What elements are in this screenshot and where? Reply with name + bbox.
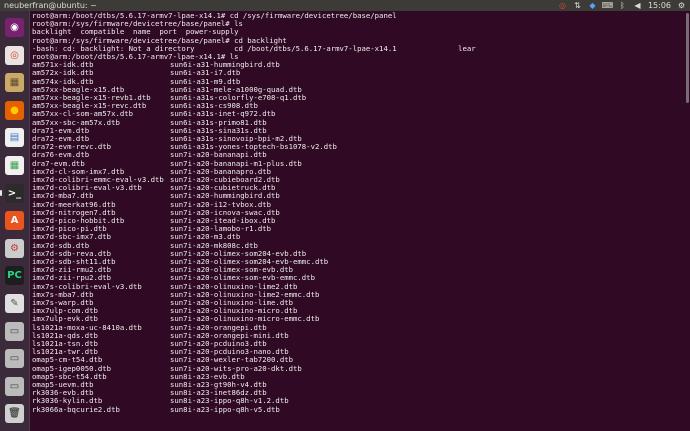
libreoffice-writer-icon-glyph: ▤ <box>5 128 24 148</box>
volume-icon[interactable]: ◀ <box>633 1 642 10</box>
keyboard-layout-icon[interactable]: ⌨ <box>602 1 614 10</box>
listing-file-left: rk3066a-bqcurie2.dtb <box>32 404 120 414</box>
bluetooth-icon[interactable]: ᛒ <box>618 1 627 10</box>
terminal-icon[interactable]: >_ <box>0 181 27 206</box>
chrome-icon-glyph: ◎ <box>5 45 24 65</box>
trash-icon-glyph: 🗑 <box>5 404 24 424</box>
system-tray: ◎ ⇅ ◆ ⌨ ᛒ ◀ 15:06 ⚙ <box>558 0 686 11</box>
window-title: neuberfran@ubuntu: ~ <box>4 1 97 10</box>
libreoffice-writer-icon[interactable]: ▤ <box>2 125 27 150</box>
dropbox-icon[interactable]: ◆ <box>588 1 597 10</box>
software-center-icon[interactable]: A <box>2 208 27 233</box>
terminal-icon-glyph: >_ <box>5 183 24 203</box>
firefox-icon[interactable]: ● <box>2 98 27 123</box>
network-icon[interactable]: ⇅ <box>573 1 582 10</box>
settings-icon-glyph: ⚙ <box>5 238 24 258</box>
files-icon[interactable]: ▦ <box>2 70 27 95</box>
software-center-icon-glyph: A <box>5 211 24 231</box>
libreoffice-calc-icon[interactable]: ▦ <box>2 153 27 178</box>
drive-icon-2-glyph: ▭ <box>5 349 24 369</box>
firefox-icon-glyph: ● <box>5 100 24 120</box>
text-editor-icon[interactable]: ✎ <box>2 291 27 316</box>
pycharm-icon[interactable]: PC <box>2 263 27 288</box>
pycharm-icon-glyph: PC <box>5 266 24 286</box>
drive-icon-3-glyph: ▭ <box>5 376 24 396</box>
libreoffice-calc-icon-glyph: ▦ <box>5 156 24 175</box>
files-icon-glyph: ▦ <box>5 73 24 93</box>
chrome-tray-icon[interactable]: ◎ <box>558 1 567 10</box>
ubuntu-dash-icon-glyph: ◉ <box>5 18 24 37</box>
top-panel: neuberfran@ubuntu: ~ ◎ ⇅ ◆ ⌨ ᛒ ◀ 15:06 ⚙ <box>0 0 690 11</box>
clock[interactable]: 15:06 <box>648 0 671 11</box>
settings-icon[interactable]: ⚙ <box>2 236 27 261</box>
drive-icon-3[interactable]: ▭ <box>2 374 27 399</box>
power-gear-icon[interactable]: ⚙ <box>677 1 686 10</box>
text-editor-icon-glyph: ✎ <box>5 294 24 313</box>
listing-file-right: sun8i-a23-ippo-q8h-v5.dtb <box>170 404 280 414</box>
ubuntu-dash-icon[interactable]: ◉ <box>2 15 27 40</box>
drive-icon-2[interactable]: ▭ <box>2 346 27 371</box>
drive-icon-1[interactable]: ▭ <box>2 319 27 344</box>
terminal-window[interactable]: root@arm:/boot/dtbs/5.6.17-armv7-lpae-x1… <box>30 11 690 431</box>
terminal-scrollbar[interactable] <box>686 13 689 103</box>
chrome-icon[interactable]: ◎ <box>2 43 27 68</box>
launcher: ◉ ◎ ▦ ● ▤ ▦ >_ A ⚙ PC ✎ ▭ ▭ ▭ 🗑 <box>0 11 30 431</box>
drive-icon-1-glyph: ▭ <box>5 321 24 341</box>
trash-icon[interactable]: 🗑 <box>2 401 27 426</box>
